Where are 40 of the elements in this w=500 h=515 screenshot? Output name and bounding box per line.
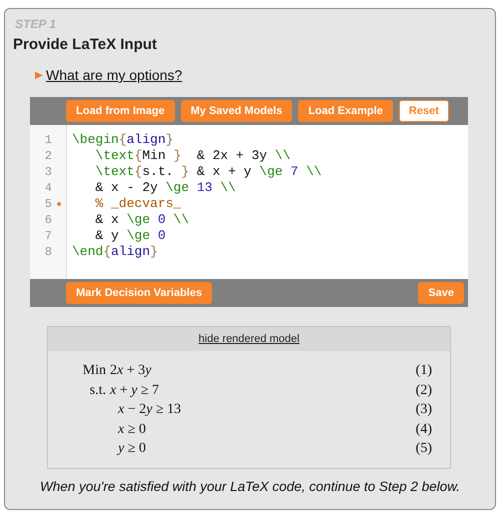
code-editor[interactable]: 1 2 3 4 5 6 7 8 \begin{align} \text{Min } & 2x + 3y \\ \text{s.t. } & x + y \ge 7 \\ & x - 2y \ge 13 \\ % _decvars_ & x \ge 0 \\ & y \ge 0 \end{align} <box>30 125 468 279</box>
math-expression: x + y ≥ 7 <box>110 382 160 400</box>
code-line: \begin{align} <box>72 132 174 148</box>
equation-number: (3) <box>416 401 432 419</box>
line-number: 3 <box>44 164 52 180</box>
line-number: 2 <box>44 148 52 164</box>
section-title: Provide LaTeX Input <box>13 36 158 54</box>
options-link[interactable]: What are my options? <box>46 67 182 83</box>
code-line: & y \ge 0 <box>94 228 167 244</box>
math-expression: x − 2y ≥ 13 <box>116 401 182 419</box>
toolbar-button[interactable]: Reset <box>398 100 449 122</box>
line-number: 5 <box>44 196 52 212</box>
code-line: \text{Min } & 2x + 3y \\ <box>94 148 292 164</box>
code-line: \end{align} <box>72 244 159 260</box>
code-line: & x \ge 0 \\ <box>94 212 190 228</box>
mark-variables-button[interactable]: Mark Decision Variables <box>66 282 212 304</box>
toolbar-button[interactable]: Load Example <box>298 100 393 122</box>
line-number: 6 <box>44 212 52 228</box>
math-expression: x ≥ 0 <box>116 420 147 438</box>
code-line: \text{s.t. } & x + y \ge 7 \\ <box>94 164 322 180</box>
equation-number: (1) <box>416 362 432 380</box>
line-number: 4 <box>44 180 52 196</box>
math-expression: 2x + 3y <box>110 362 152 380</box>
math-expression: y ≥ 0 <box>116 440 147 458</box>
code-line: & x - 2y \ge 13 \\ <box>94 180 237 196</box>
footer-note: When you're satisfied with your LaTeX code, continue to Step 2 below. <box>38 479 462 494</box>
line-number: 1 <box>44 132 52 148</box>
equation-number: (5) <box>416 440 432 458</box>
hide-model-link[interactable]: hide rendered model <box>198 333 300 345</box>
save-button[interactable]: Save <box>418 282 464 304</box>
equation-number: (4) <box>416 420 432 438</box>
code-line: % _decvars_ <box>94 196 182 212</box>
line-number: 7 <box>44 228 52 244</box>
triangle-icon: ▶ <box>35 69 43 81</box>
row-label: Min <box>82 362 106 380</box>
line-number: 8 <box>44 244 52 260</box>
toolbar-button[interactable]: Load from Image <box>66 100 175 122</box>
toolbar-button[interactable]: My Saved Models <box>180 100 292 122</box>
equation-number: (2) <box>416 382 432 400</box>
row-label: s.t. <box>90 382 106 400</box>
